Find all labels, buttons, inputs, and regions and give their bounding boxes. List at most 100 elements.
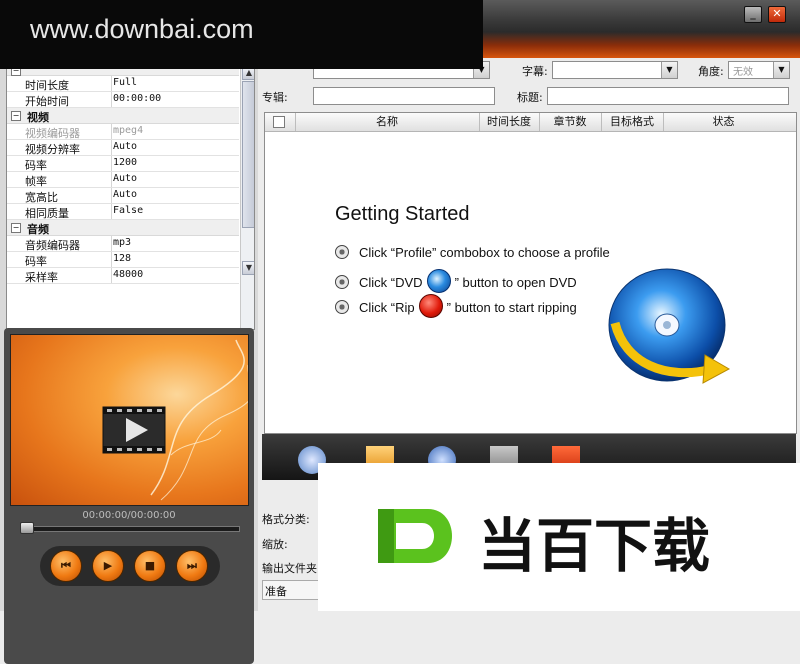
list-header: 名称 时间长度 章节数 目标格式 状态 (265, 113, 796, 132)
property-row[interactable]: 视频编码器 mpeg4 (7, 124, 239, 140)
subtitle-combobox[interactable]: ▼ (552, 61, 678, 79)
watermark-banner: www.downbai.com (0, 0, 483, 69)
minimize-button[interactable]: _ (744, 6, 762, 23)
film-play-icon (102, 339, 248, 501)
scroll-down-icon[interactable]: ▼ (242, 261, 254, 275)
column-header[interactable]: 章节数 (539, 113, 602, 131)
column-divider (111, 140, 112, 155)
output-folder-label: 输出文件夹 (262, 562, 317, 575)
instruction-line: Click “Rip ” button to start ripping (335, 294, 577, 318)
scroll-thumb[interactable] (242, 81, 254, 228)
property-row[interactable]: 码率 128 (7, 252, 239, 268)
next-button[interactable]: ⏭ (176, 550, 208, 582)
property-row[interactable]: 音频编码器 mp3 (7, 236, 239, 252)
property-value: 1200 (113, 157, 138, 168)
collapse-icon[interactable]: − (11, 111, 21, 121)
previous-button[interactable]: ⏮ (50, 550, 82, 582)
property-key: 宽高比 (25, 191, 58, 204)
instruction-text: Click “Profile” combobox to choose a pro… (359, 245, 610, 260)
play-button[interactable]: ▶ (92, 550, 124, 582)
column-divider (111, 188, 112, 203)
section-label: 音频 (27, 223, 49, 236)
property-key: 采样率 (25, 271, 58, 284)
section-label: 视频 (27, 111, 49, 124)
watermark-text: www.downbai.com (30, 14, 254, 44)
property-key: 码率 (25, 255, 47, 268)
instruction-text: ” button to start ripping (446, 300, 577, 315)
property-value: mp3 (113, 237, 132, 248)
column-header[interactable]: 状态 (663, 113, 784, 131)
title-input[interactable] (547, 87, 789, 105)
timecode-display: 00:00:00/00:00:00 (82, 510, 176, 521)
column-header[interactable]: 名称 (295, 113, 480, 131)
ad-text: 当百下载 (478, 512, 711, 580)
column-divider (111, 124, 112, 139)
format-category-label: 格式分类: (262, 513, 310, 526)
preview-player: 00:00:00/00:00:00 ⏮ ▶ ■ ⏭ (4, 328, 254, 664)
property-row[interactable]: 时间长度 Full (7, 76, 239, 92)
column-divider (111, 92, 112, 107)
column-divider (111, 268, 112, 283)
getting-started-title: Getting Started (335, 203, 470, 225)
property-row[interactable]: 视频分辨率 Auto (7, 140, 239, 156)
property-value: Auto (113, 173, 138, 184)
instruction-line: Click “Profile” combobox to choose a pro… (335, 245, 610, 260)
angle-label: 角度: (698, 65, 724, 78)
column-divider (111, 76, 112, 91)
property-row[interactable]: 码率 1200 (7, 156, 239, 172)
property-section-audio[interactable]: − 音频 (7, 220, 239, 236)
properties-grid: − 时间长度 Full 开始时间 00:00:00 − 视频 视频编码器 mpe… (6, 64, 255, 330)
dvd-icon (426, 269, 451, 293)
status-text: 准备 (265, 585, 287, 598)
angle-combobox[interactable]: 无效 ▼ (728, 61, 790, 79)
rip-icon (418, 294, 443, 318)
instruction-text: ” button to open DVD (454, 275, 577, 290)
property-row[interactable]: 采样率 48000 (7, 268, 239, 284)
column-divider (111, 172, 112, 187)
property-value: 00:00:00 (113, 93, 162, 104)
column-divider (111, 204, 112, 219)
title-label: 标题: (517, 91, 543, 104)
column-divider (111, 156, 112, 171)
property-value: 128 (113, 253, 132, 264)
title-list[interactable]: 名称 时间长度 章节数 目标格式 状态 Getting Started Clic… (264, 112, 797, 434)
column-divider (111, 252, 112, 267)
instruction-line: Click “DVD ” button to open DVD (335, 269, 577, 293)
bullet-icon (335, 245, 349, 259)
property-key: 开始时间 (25, 95, 69, 108)
seek-handle[interactable] (20, 522, 34, 534)
chevron-down-icon[interactable]: ▼ (773, 62, 789, 78)
property-row[interactable]: 开始时间 00:00:00 (7, 92, 239, 108)
subtitle-label: 字幕: (522, 65, 548, 78)
property-row[interactable]: 帧率 Auto (7, 172, 239, 188)
property-value: Full (113, 77, 138, 88)
seek-bar[interactable] (22, 526, 240, 532)
column-header[interactable]: 目标格式 (601, 113, 664, 131)
collapse-icon[interactable]: − (11, 223, 21, 233)
dvd-disc-icon (608, 268, 731, 384)
column-header[interactable]: 时间长度 (479, 113, 540, 131)
stop-button[interactable]: ■ (134, 550, 166, 582)
property-value: Auto (113, 141, 138, 152)
property-key: 时间长度 (25, 79, 69, 92)
playback-controls: ⏮ ▶ ■ ⏭ (40, 546, 220, 586)
property-value: False (113, 205, 144, 216)
album-label: 专辑: (262, 91, 288, 104)
property-section-video[interactable]: − 视频 (7, 108, 239, 124)
property-value: 48000 (113, 269, 144, 280)
properties-scrollbar[interactable]: ▲ ▼ (240, 65, 254, 329)
close-button[interactable]: ✕ (768, 6, 786, 23)
column-divider (111, 236, 112, 251)
album-input[interactable] (313, 87, 495, 105)
select-all-checkbox[interactable] (273, 116, 285, 128)
chevron-down-icon[interactable]: ▼ (661, 62, 677, 78)
property-row[interactable]: 相同质量 False (7, 204, 239, 220)
property-key: 音频编码器 (25, 239, 80, 252)
property-key: 帧率 (25, 175, 47, 188)
left-panel: − 时间长度 Full 开始时间 00:00:00 − 视频 视频编码器 mpe… (0, 58, 258, 664)
ad-overlay: 当百下载 (318, 463, 800, 611)
property-row[interactable]: 宽高比 Auto (7, 188, 239, 204)
angle-value: 无效 (733, 67, 753, 78)
select-all-column[interactable] (265, 113, 296, 131)
property-value: mpeg4 (113, 125, 144, 136)
